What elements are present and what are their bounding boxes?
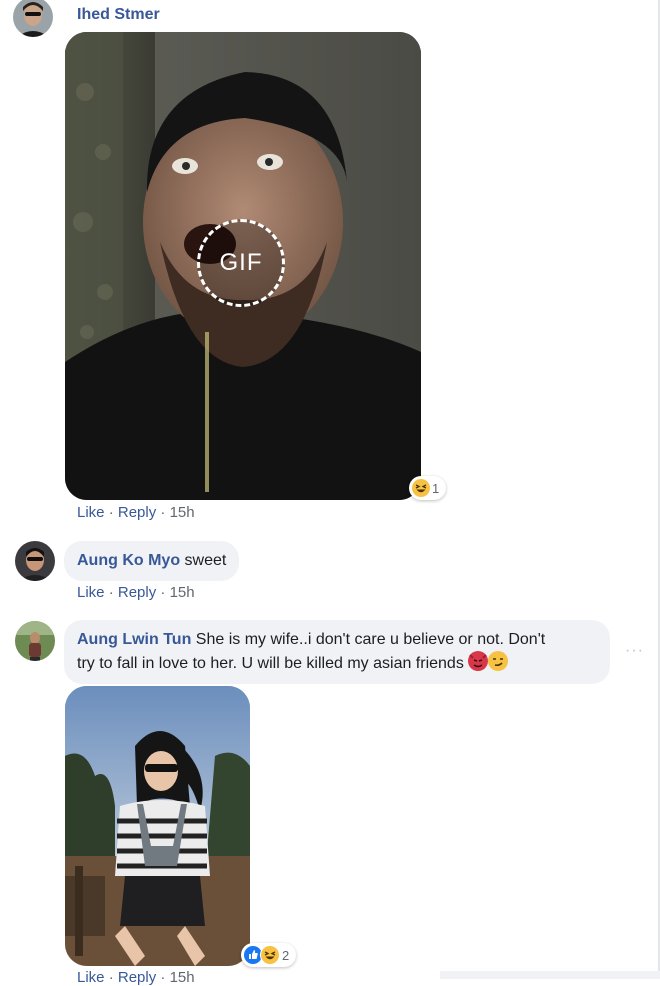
like-link[interactable]: Like: [77, 969, 105, 986]
separator: ·: [108, 504, 114, 521]
gif-icon: GIF: [219, 249, 263, 276]
reply-link[interactable]: Reply: [118, 969, 156, 986]
avatar[interactable]: [13, 0, 53, 37]
like-link[interactable]: Like: [77, 504, 105, 521]
separator: ·: [160, 584, 166, 601]
timestamp[interactable]: 15h: [170, 969, 195, 986]
timestamp[interactable]: 15h: [170, 504, 195, 521]
reply-link[interactable]: Reply: [118, 584, 156, 601]
comment-text: She is my wife..i don't care u believe o…: [195, 631, 546, 648]
like-link[interactable]: Like: [77, 584, 105, 601]
comment-actions: Like · Reply · 15h: [77, 969, 195, 986]
devil-emoji-icon: [468, 651, 489, 671]
reaction-summary[interactable]: 2: [241, 943, 297, 967]
haha-emoji-icon: [412, 479, 430, 497]
comment-actions: Like · Reply · 15h: [77, 584, 195, 601]
reply-link[interactable]: Reply: [118, 504, 156, 521]
photo-attachment[interactable]: [65, 686, 250, 966]
comment-bubble: Aung Ko Myo sweet: [64, 541, 240, 581]
more-options-icon[interactable]: ···: [625, 642, 644, 660]
comment-author[interactable]: Ihed Stmer: [77, 6, 160, 24]
reaction-summary[interactable]: 1: [409, 476, 447, 500]
comment-actions: Like · Reply · 15h: [77, 504, 195, 521]
bottom-bar: [440, 971, 660, 979]
reaction-count: 1: [432, 480, 440, 496]
comment-author[interactable]: Aung Ko Myo: [77, 552, 180, 569]
smirk-emoji-icon: [488, 651, 509, 671]
comment-text: sweet: [184, 552, 227, 569]
separator: ·: [108, 584, 114, 601]
avatar[interactable]: [15, 541, 55, 581]
separator: ·: [108, 969, 114, 986]
avatar[interactable]: [15, 621, 55, 661]
comment-author[interactable]: Aung Lwin Tun: [77, 631, 191, 648]
separator: ·: [160, 504, 166, 521]
comment-text: try to fall in love to her. U will be ki…: [77, 655, 464, 672]
gif-play-button[interactable]: GIF: [197, 219, 285, 307]
reaction-count: 2: [282, 947, 290, 963]
comment-bubble: Aung Lwin Tun She is my wife..i don't ca…: [64, 620, 610, 684]
timestamp[interactable]: 15h: [170, 584, 195, 601]
haha-emoji-icon: [260, 945, 280, 965]
separator: ·: [160, 969, 166, 986]
